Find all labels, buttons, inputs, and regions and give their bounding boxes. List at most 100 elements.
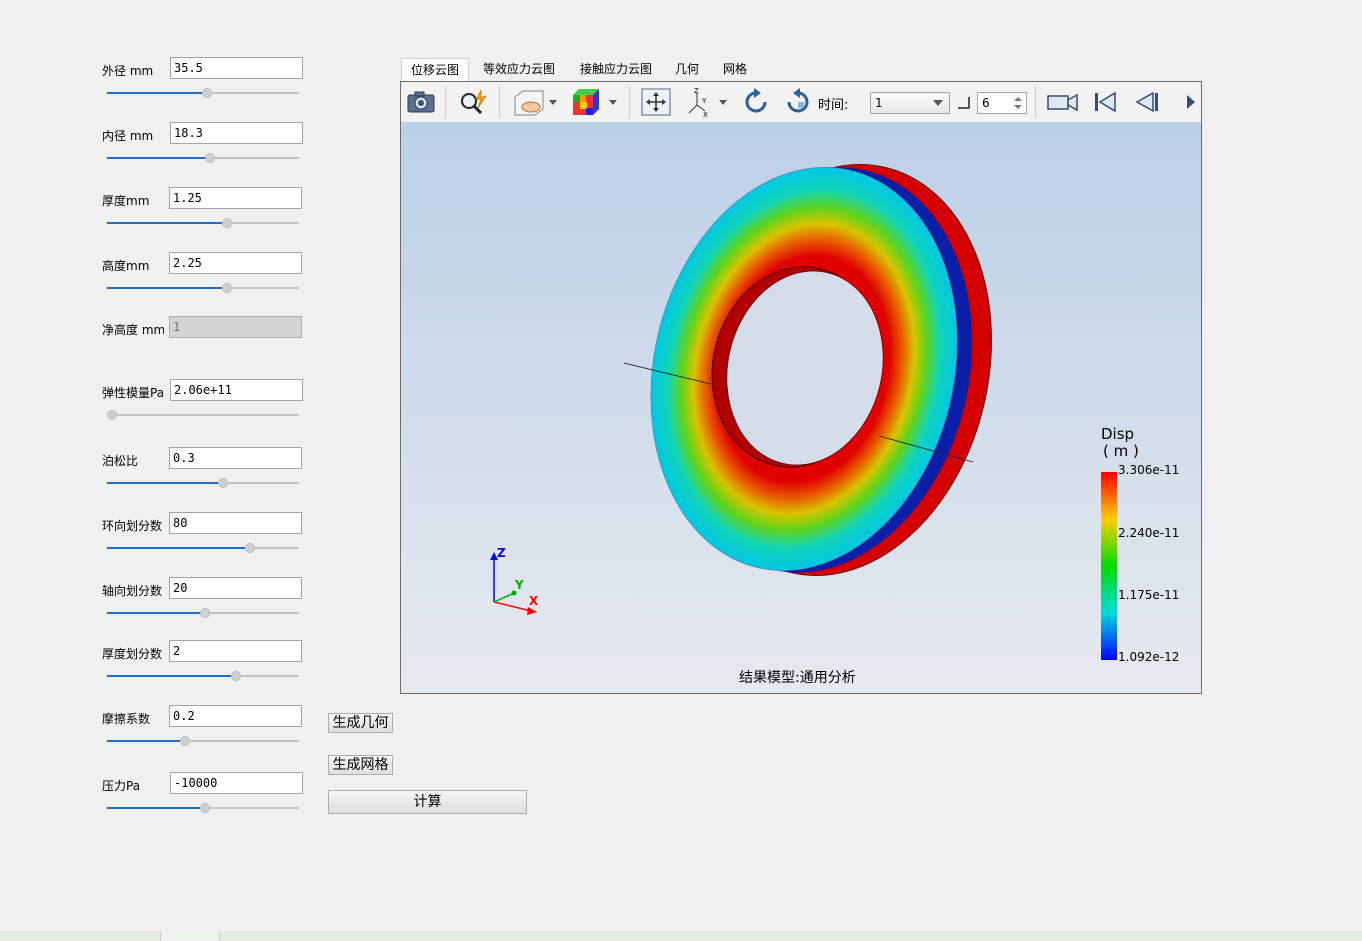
param-input[interactable]: 0.3 [169, 447, 302, 469]
param-slider[interactable] [107, 541, 299, 555]
slider-track-filled [107, 547, 245, 549]
legend-value-low: 1.175e-11 [1118, 588, 1180, 602]
param-slider[interactable] [107, 476, 299, 490]
param-input[interactable]: 1.25 [169, 187, 302, 209]
param-input[interactable]: 80 [169, 512, 302, 534]
param-label: 轴向划分数 [102, 584, 163, 598]
viewer-toolbar: Z Y X 时间: 1 6 [401, 82, 1201, 123]
legend-title: Disp [1101, 425, 1135, 443]
spin-arrows-icon[interactable] [1014, 97, 1022, 109]
slider-handle[interactable] [107, 410, 117, 420]
param-label: 环向划分数 [102, 519, 163, 533]
status-strip-segment [160, 931, 220, 941]
param-label: 弹性模量Pa [102, 386, 164, 400]
param-slider[interactable] [107, 86, 299, 100]
rotate-ccw-icon[interactable] [783, 87, 813, 117]
param-input[interactable]: 2 [169, 640, 302, 662]
video-camera-icon[interactable] [1046, 87, 1080, 117]
param-slider[interactable] [107, 606, 299, 620]
param-input[interactable]: 2.25 [169, 252, 302, 274]
next-frame-icon[interactable] [1183, 87, 1199, 117]
slider-track [205, 157, 299, 159]
result-viewer: Z Y X 时间: 1 6 Z Y X Disp (m) 3.306e-11… [400, 81, 1202, 694]
legend-value-min: 1.092e-12 [1118, 650, 1180, 664]
camera-icon[interactable] [405, 87, 437, 117]
slider-track [180, 740, 299, 742]
param-input[interactable]: 0.2 [169, 705, 302, 727]
param-input[interactable]: 2.06e+11 [170, 379, 303, 401]
slider-track-filled [107, 807, 200, 809]
tab-contact-stress[interactable]: 接触应力云图 [571, 58, 661, 81]
slider-track-filled [107, 612, 200, 614]
tab-displacement[interactable]: 位移云图 [401, 58, 470, 82]
param-slider[interactable] [107, 801, 299, 815]
legend-color-bar [1101, 472, 1117, 660]
rotate-cw-icon[interactable] [741, 87, 771, 117]
slider-handle[interactable] [222, 218, 232, 228]
tab-geometry[interactable]: 几何 [666, 58, 708, 81]
fit-view-icon[interactable] [641, 87, 671, 117]
section-view-icon[interactable] [509, 87, 561, 117]
slider-handle[interactable] [222, 283, 232, 293]
param-slider[interactable] [107, 151, 299, 165]
slider-handle[interactable] [180, 736, 190, 746]
compute-button[interactable]: 计算 [328, 790, 527, 814]
generate-geometry-button[interactable]: 生成几何 [328, 713, 393, 733]
render-canvas[interactable]: Z Y X Disp ( m ) 3.306e-11 2.240e-11 1.1… [401, 122, 1201, 693]
slider-handle[interactable] [245, 543, 255, 553]
axis-triad [490, 552, 537, 615]
slider-handle[interactable] [231, 671, 241, 681]
step-spinbox-value: 6 [982, 96, 990, 110]
toolbar-separator [499, 86, 500, 118]
slider-track [200, 612, 299, 614]
param-label: 外径 mm [102, 64, 154, 78]
color-cube-icon[interactable] [569, 87, 621, 117]
slider-handle[interactable] [205, 153, 215, 163]
toolbar-separator [1035, 86, 1036, 118]
param-label: 厚度划分数 [102, 647, 163, 661]
param-label: 摩擦系数 [102, 712, 151, 726]
generate-mesh-button[interactable]: 生成网格 [328, 755, 393, 775]
previous-frame-icon[interactable] [1131, 87, 1161, 117]
legend-unit: ( m ) [1103, 442, 1139, 460]
slider-handle[interactable] [202, 88, 212, 98]
axis-z-label: Z [497, 546, 506, 560]
toolbar-separator [629, 86, 630, 118]
param-label: 高度mm [102, 259, 150, 273]
toolbar-separator [445, 86, 446, 118]
param-slider[interactable] [107, 408, 299, 422]
time-label: 时间: [818, 98, 849, 113]
step-checkbox-icon[interactable] [957, 96, 971, 110]
slider-handle[interactable] [200, 803, 210, 813]
slider-track-filled [107, 222, 222, 224]
slider-track [107, 414, 299, 416]
param-slider[interactable] [107, 216, 299, 230]
slider-track-filled [107, 157, 205, 159]
step-spinbox[interactable]: 6 [977, 92, 1027, 114]
svg-text:Z: Z [694, 87, 699, 95]
slider-track-filled [107, 92, 202, 94]
tab-mesh[interactable]: 网格 [714, 58, 756, 81]
slider-handle[interactable] [218, 478, 228, 488]
axes-orientation-icon[interactable]: Z Y X [685, 87, 731, 117]
param-label: 压力Pa [102, 779, 141, 793]
time-select[interactable]: 1 [870, 92, 950, 114]
first-frame-icon[interactable] [1091, 87, 1121, 117]
param-slider[interactable] [107, 734, 299, 748]
param-slider[interactable] [107, 669, 299, 683]
slider-track [202, 92, 299, 94]
zoom-icon[interactable] [457, 87, 491, 117]
param-input: 1 [169, 316, 302, 338]
slider-track [222, 287, 299, 289]
slider-track-filled [107, 740, 180, 742]
slider-track-filled [107, 287, 222, 289]
param-input[interactable]: 18.3 [170, 122, 303, 144]
param-input[interactable]: -10000 [170, 772, 303, 794]
param-slider[interactable] [107, 281, 299, 295]
slider-handle[interactable] [200, 608, 210, 618]
param-input[interactable]: 20 [169, 577, 302, 599]
tab-equivalent-stress[interactable]: 等效应力云图 [474, 58, 564, 81]
param-input[interactable]: 35.5 [170, 57, 303, 79]
param-label: 泊松比 [102, 454, 139, 468]
param-label: 厚度mm [102, 194, 150, 208]
